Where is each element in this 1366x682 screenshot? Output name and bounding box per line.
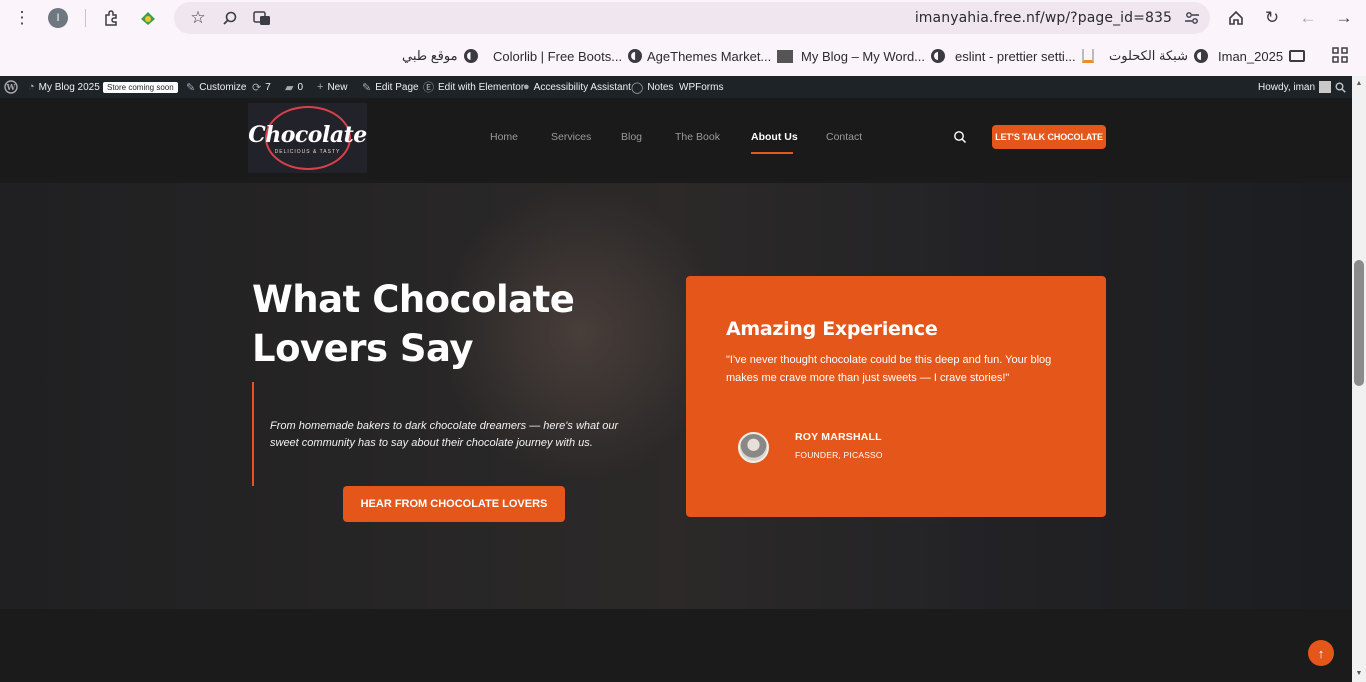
lets-talk-button[interactable]: LET'S TALK CHOCOLATE bbox=[992, 125, 1106, 149]
menu-dots-icon[interactable]: ⋮ bbox=[10, 6, 34, 30]
testimonials-hero: What Chocolate Lovers Say From homemade … bbox=[0, 183, 1352, 609]
nav-blog[interactable]: Blog bbox=[621, 131, 642, 143]
account-menu[interactable]: Howdy, iman bbox=[1258, 76, 1332, 98]
edit-page-link[interactable]: ✎ Edit Page bbox=[362, 76, 419, 98]
scroll-to-top-button[interactable]: ↑ bbox=[1308, 640, 1334, 666]
hear-from-lovers-button[interactable]: HEAR FROM CHOCOLATE LOVERS bbox=[343, 486, 565, 522]
extensions-icon[interactable] bbox=[100, 6, 124, 30]
site-header: Chocolate DELICIOUS & TASTY Home Service… bbox=[0, 98, 1352, 178]
bookmark-star-icon[interactable]: ☆ bbox=[186, 6, 210, 30]
address-bar[interactable]: ☆ imanyahia.free.nf/wp/?page_id=835 bbox=[174, 2, 1210, 34]
pencil-icon: ✎ bbox=[362, 81, 372, 94]
search-icon[interactable] bbox=[1335, 76, 1346, 98]
quote-accent-bar bbox=[252, 382, 254, 486]
bookmark-item[interactable]: eslint - prettier setti... bbox=[955, 47, 1094, 65]
page-scrollbar[interactable]: ▲ ▼ bbox=[1352, 76, 1366, 682]
testimonial-quote: "I've never thought chocolate could be t… bbox=[726, 354, 1052, 384]
scroll-down-arrow-icon[interactable]: ▼ bbox=[1355, 670, 1363, 678]
bookmarks-bar: موقع طبي Colorlib | Free Boots... AgeThe… bbox=[0, 40, 1366, 72]
testimonial-author: ROY MARSHALL bbox=[795, 431, 882, 443]
site-name-link[interactable]: ◔ My Blog 2025 bbox=[28, 76, 100, 98]
bookmark-item[interactable]: My Blog – My Word... bbox=[801, 47, 946, 65]
apps-grid-icon[interactable] bbox=[1328, 43, 1352, 67]
bookmark-item[interactable]: AgeThemes Market... bbox=[647, 47, 794, 65]
updates-link[interactable]: ⟳ 7 bbox=[252, 76, 271, 98]
hero-overlay bbox=[0, 183, 1352, 609]
nav-contact[interactable]: Contact bbox=[826, 131, 862, 143]
avatar bbox=[1319, 81, 1332, 93]
forward-arrow-icon[interactable]: → bbox=[1332, 6, 1356, 30]
folder-icon bbox=[1289, 50, 1306, 62]
hero-title: What Chocolate Lovers Say bbox=[252, 278, 575, 370]
wpforms-link[interactable]: WPForms bbox=[679, 76, 723, 98]
translate-icon[interactable] bbox=[250, 6, 274, 30]
accessibility-icon: ● bbox=[523, 81, 530, 93]
bookmark-item[interactable]: Iman_2025 bbox=[1218, 47, 1306, 65]
notes-icon: ◯ bbox=[631, 81, 644, 94]
elementor-link[interactable]: Ⓔ Edit with Elementor bbox=[423, 76, 524, 98]
notes-link[interactable]: ◯ Notes bbox=[631, 76, 673, 98]
browser-chrome: ⋮ I ☆ imanyahia.free.nf/wp/?page_id=835 … bbox=[0, 0, 1366, 76]
hero-description: From homemade bakers to dark chocolate d… bbox=[270, 420, 619, 449]
extension-icon[interactable] bbox=[136, 6, 160, 30]
nav-about-us[interactable]: About Us bbox=[751, 131, 798, 143]
toolbar-divider bbox=[85, 9, 86, 27]
store-status-badge[interactable]: Store coming soon bbox=[103, 76, 178, 98]
zoom-icon[interactable] bbox=[218, 6, 242, 30]
bookmark-item[interactable]: Colorlib | Free Boots... bbox=[493, 47, 643, 65]
globe-icon bbox=[463, 49, 478, 63]
bookmark-item[interactable]: موقع طبي bbox=[402, 47, 478, 65]
bookmark-item[interactable]: شبكة الكحلوت bbox=[1109, 47, 1208, 65]
nav-home[interactable]: Home bbox=[490, 131, 518, 143]
dashboard-icon: ◔ bbox=[28, 81, 35, 93]
updates-icon: ⟳ bbox=[252, 81, 262, 94]
active-nav-indicator bbox=[751, 152, 793, 154]
home-icon[interactable] bbox=[1224, 6, 1248, 30]
globe-icon bbox=[1193, 49, 1208, 63]
avatar bbox=[738, 432, 769, 463]
back-arrow-icon[interactable]: ← bbox=[1296, 6, 1320, 30]
search-icon[interactable] bbox=[953, 130, 967, 144]
wordpress-logo-icon[interactable]: W bbox=[4, 76, 18, 98]
wp-admin-bar: W ◔ My Blog 2025 Store coming soon ✎ Custo… bbox=[0, 76, 1352, 98]
scrollbar-thumb[interactable] bbox=[1354, 260, 1364, 386]
plus-icon: + bbox=[317, 81, 324, 93]
new-content-link[interactable]: + New bbox=[317, 76, 347, 98]
url-text[interactable]: imanyahia.free.nf/wp/?page_id=835 bbox=[915, 10, 1172, 26]
site-logo[interactable]: Chocolate DELICIOUS & TASTY bbox=[248, 103, 367, 173]
scroll-up-arrow-icon[interactable]: ▲ bbox=[1355, 80, 1363, 88]
brush-icon: ✎ bbox=[186, 81, 196, 94]
comments-link[interactable]: ▰ 0 bbox=[285, 76, 303, 98]
site-settings-icon[interactable] bbox=[1180, 6, 1204, 30]
arrow-up-icon: ↑ bbox=[1317, 645, 1325, 661]
accessibility-link[interactable]: ● Accessibility Assistant bbox=[523, 76, 631, 98]
globe-icon bbox=[931, 49, 946, 63]
reload-icon[interactable]: ↻ bbox=[1260, 6, 1284, 30]
svg-text:W: W bbox=[6, 82, 17, 92]
elementor-icon: Ⓔ bbox=[423, 82, 434, 94]
site-icon bbox=[777, 49, 794, 63]
nav-services[interactable]: Services bbox=[551, 131, 591, 143]
nav-the-book[interactable]: The Book bbox=[675, 131, 720, 143]
globe-icon bbox=[628, 49, 643, 63]
stack-icon bbox=[1081, 49, 1094, 63]
testimonial-role: FOUNDER, PICASSO bbox=[795, 450, 883, 460]
testimonial-card: Amazing Experience "I've never thought c… bbox=[686, 276, 1106, 517]
profile-avatar[interactable]: I bbox=[48, 8, 68, 28]
logo-badge: Chocolate DELICIOUS & TASTY bbox=[248, 106, 367, 170]
customize-link[interactable]: ✎ Customize bbox=[186, 76, 246, 98]
comment-icon: ▰ bbox=[285, 81, 294, 94]
testimonial-title: Amazing Experience bbox=[726, 318, 938, 340]
